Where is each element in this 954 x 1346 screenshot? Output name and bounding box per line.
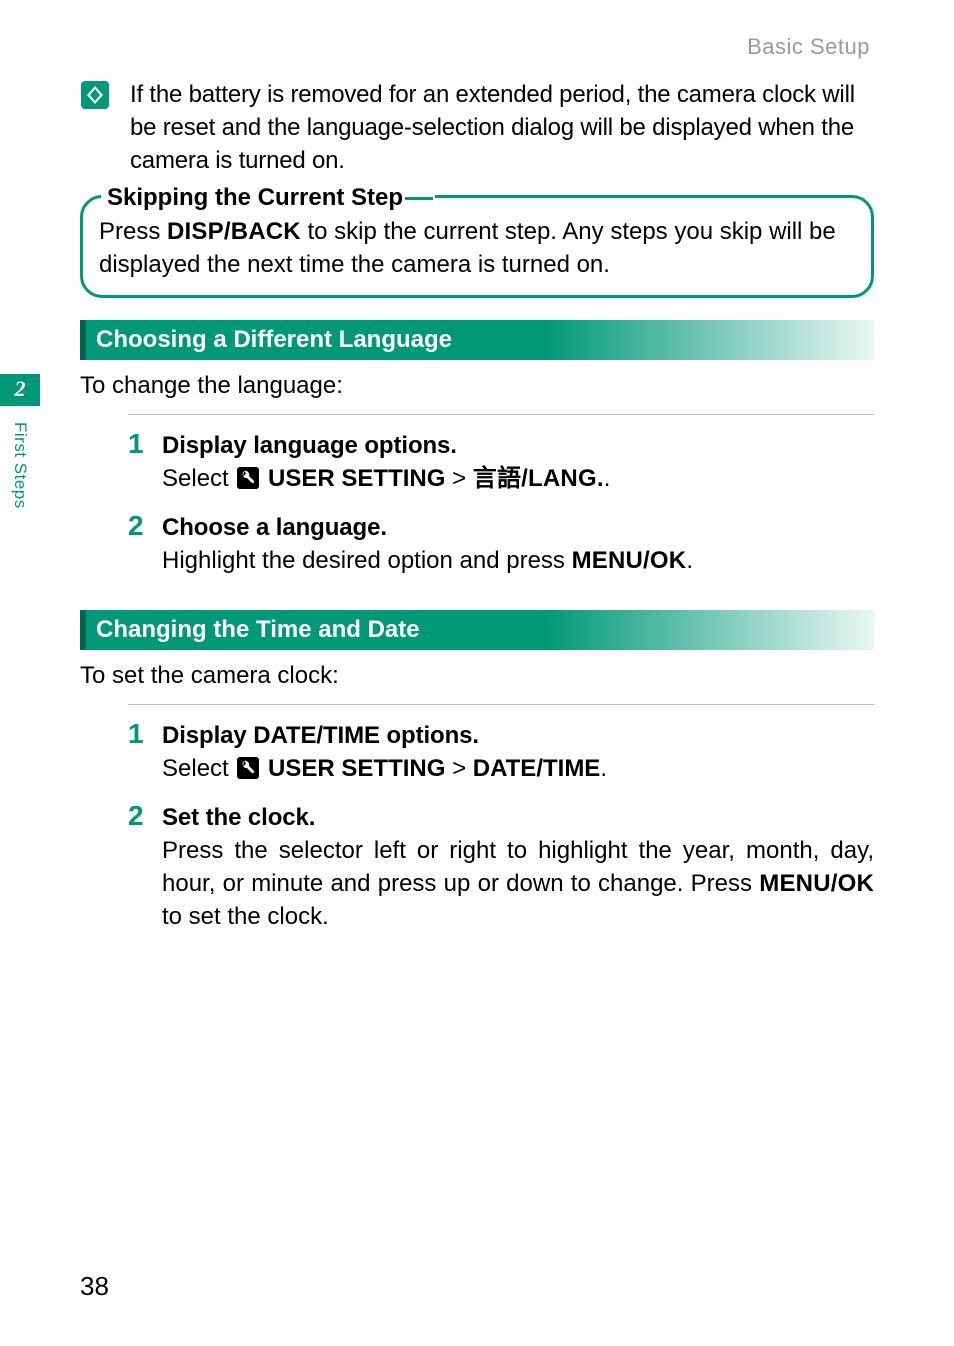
callout-skip-step: Skipping the Current Step Press DISP/BAC… xyxy=(80,195,874,298)
page-number: 38 xyxy=(80,1271,109,1302)
step-desc: Highlight the desired option and press M… xyxy=(162,544,874,577)
step-number: 1 xyxy=(128,425,144,464)
step-title: Display language options. xyxy=(162,429,874,462)
gt: > xyxy=(445,755,472,782)
trail: . xyxy=(604,465,611,492)
lang-label: 言語/LANG. xyxy=(473,465,604,492)
menu-path: USER SETTING xyxy=(268,465,445,492)
step-item: 2 Set the clock. Press the selector left… xyxy=(128,795,874,943)
steps-time: 1 Display DATE/TIME options. Select USER… xyxy=(128,713,874,944)
note-block: If the battery is removed for an extende… xyxy=(80,78,874,177)
section-bar-time: Changing the Time and Date xyxy=(80,610,874,650)
step-title: Set the clock. xyxy=(162,801,874,834)
disp-back-label: DISP/BACK xyxy=(167,218,301,245)
divider xyxy=(128,414,874,415)
callout-body: Press DISP/BACK to skip the current step… xyxy=(99,216,855,281)
section-bar-language: Choosing a Different Language xyxy=(80,320,874,360)
menu-path: USER SETTING xyxy=(268,755,445,782)
page-body: Basic Setup If the battery is removed fo… xyxy=(0,0,954,1346)
step-number: 1 xyxy=(128,715,144,754)
step-item: 1 Display language options. Select USER … xyxy=(128,423,874,505)
breadcrumb: Basic Setup xyxy=(80,0,874,60)
trail: . xyxy=(686,547,693,574)
step-item: 1 Display DATE/TIME options. Select USER… xyxy=(128,713,874,795)
callout-text-a: Press xyxy=(99,218,167,245)
callout-title: Skipping the Current Step xyxy=(101,184,435,212)
wrench-icon xyxy=(237,467,259,489)
txt: Select xyxy=(162,755,235,782)
step-title: Display DATE/TIME options. xyxy=(162,719,874,752)
step-desc: Press the selector left or right to high… xyxy=(162,834,874,933)
txt: Select xyxy=(162,465,235,492)
txt: Highlight the desired option and press xyxy=(162,547,572,574)
step-desc: Select USER SETTING > DATE/TIME. xyxy=(162,752,874,785)
wrench-icon xyxy=(237,757,259,779)
txt2: to set the clock. xyxy=(162,903,329,930)
step-title: Choose a language. xyxy=(162,511,874,544)
section-intro-time: To set the camera clock: xyxy=(80,662,874,690)
step-number: 2 xyxy=(128,507,144,546)
note-text: If the battery is removed for an extende… xyxy=(130,78,874,177)
divider xyxy=(128,704,874,705)
menu-ok-label: MENU/OK xyxy=(759,870,874,897)
menu-item: DATE/TIME xyxy=(473,755,601,782)
note-icon xyxy=(80,80,110,115)
section-intro-language: To change the language: xyxy=(80,372,874,400)
step-desc: Select USER SETTING > 言語/LANG.. xyxy=(162,462,874,495)
step-number: 2 xyxy=(128,797,144,836)
menu-ok-label: MENU/OK xyxy=(572,547,687,574)
step-item: 2 Choose a language. Highlight the desir… xyxy=(128,505,874,587)
gt: > xyxy=(445,465,472,492)
trail: . xyxy=(600,755,607,782)
steps-language: 1 Display language options. Select USER … xyxy=(128,423,874,587)
